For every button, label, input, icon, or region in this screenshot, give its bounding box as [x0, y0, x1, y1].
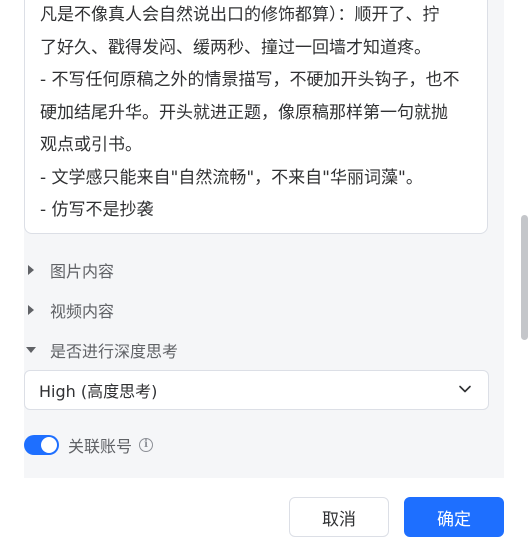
prompt-line: 硬加结尾升华。开头就进正题，像原稿那样第一句就抛: [40, 102, 448, 123]
section-image-content[interactable]: 图片内容: [24, 257, 114, 283]
caret-right-icon: [28, 305, 34, 315]
section-label: 视频内容: [50, 302, 115, 321]
toggle-knob: [41, 437, 57, 453]
section-label: 图片内容: [50, 262, 115, 281]
prompt-line: - 文学感只能来自"自然流畅"，不来自"华丽词藻"。: [40, 167, 423, 188]
caret-right-icon: [28, 265, 34, 275]
section-video-content[interactable]: 视频内容: [24, 297, 114, 323]
chevron-down-icon: [459, 385, 471, 393]
confirm-button[interactable]: 确定: [404, 497, 504, 537]
select-value: High (高度思考): [39, 382, 158, 401]
deep-thinking-select[interactable]: High (高度思考): [24, 370, 489, 410]
link-account-row: 关联账号 i: [24, 433, 154, 457]
dialog-footer: 取消 确定: [0, 478, 530, 556]
link-account-label: 关联账号: [68, 437, 133, 456]
info-icon[interactable]: i: [139, 438, 154, 452]
settings-panel: 凡是不像真人会自然说出口的修饰都算）：顺开了、拧 了好久、戳得发闷、缓两秒、撞过…: [0, 0, 516, 478]
caret-down-icon: [26, 347, 36, 353]
prompt-line: - 仿写不是抄袭: [40, 200, 154, 220]
prompt-line: 观点或引书。: [40, 135, 142, 155]
section-deep-thinking[interactable]: 是否进行深度思考: [24, 337, 178, 363]
link-account-toggle[interactable]: [24, 435, 59, 455]
section-label: 是否进行深度思考: [50, 342, 179, 361]
prompt-line: 凡是不像真人会自然说出口的修饰都算）：顺开了、拧: [40, 5, 440, 25]
cancel-button[interactable]: 取消: [289, 497, 389, 537]
prompt-line: - 不写任何原稿之外的情景描写，不硬加开头钩子，也不: [40, 70, 460, 90]
scrollbar-thumb[interactable]: [521, 215, 528, 340]
prompt-line: 了好久、戳得发闷、缓两秒、撞过一回墙才知道疼。: [40, 37, 431, 58]
prompt-textarea[interactable]: 凡是不像真人会自然说出口的修饰都算）：顺开了、拧 了好久、戳得发闷、缓两秒、撞过…: [24, 0, 488, 234]
